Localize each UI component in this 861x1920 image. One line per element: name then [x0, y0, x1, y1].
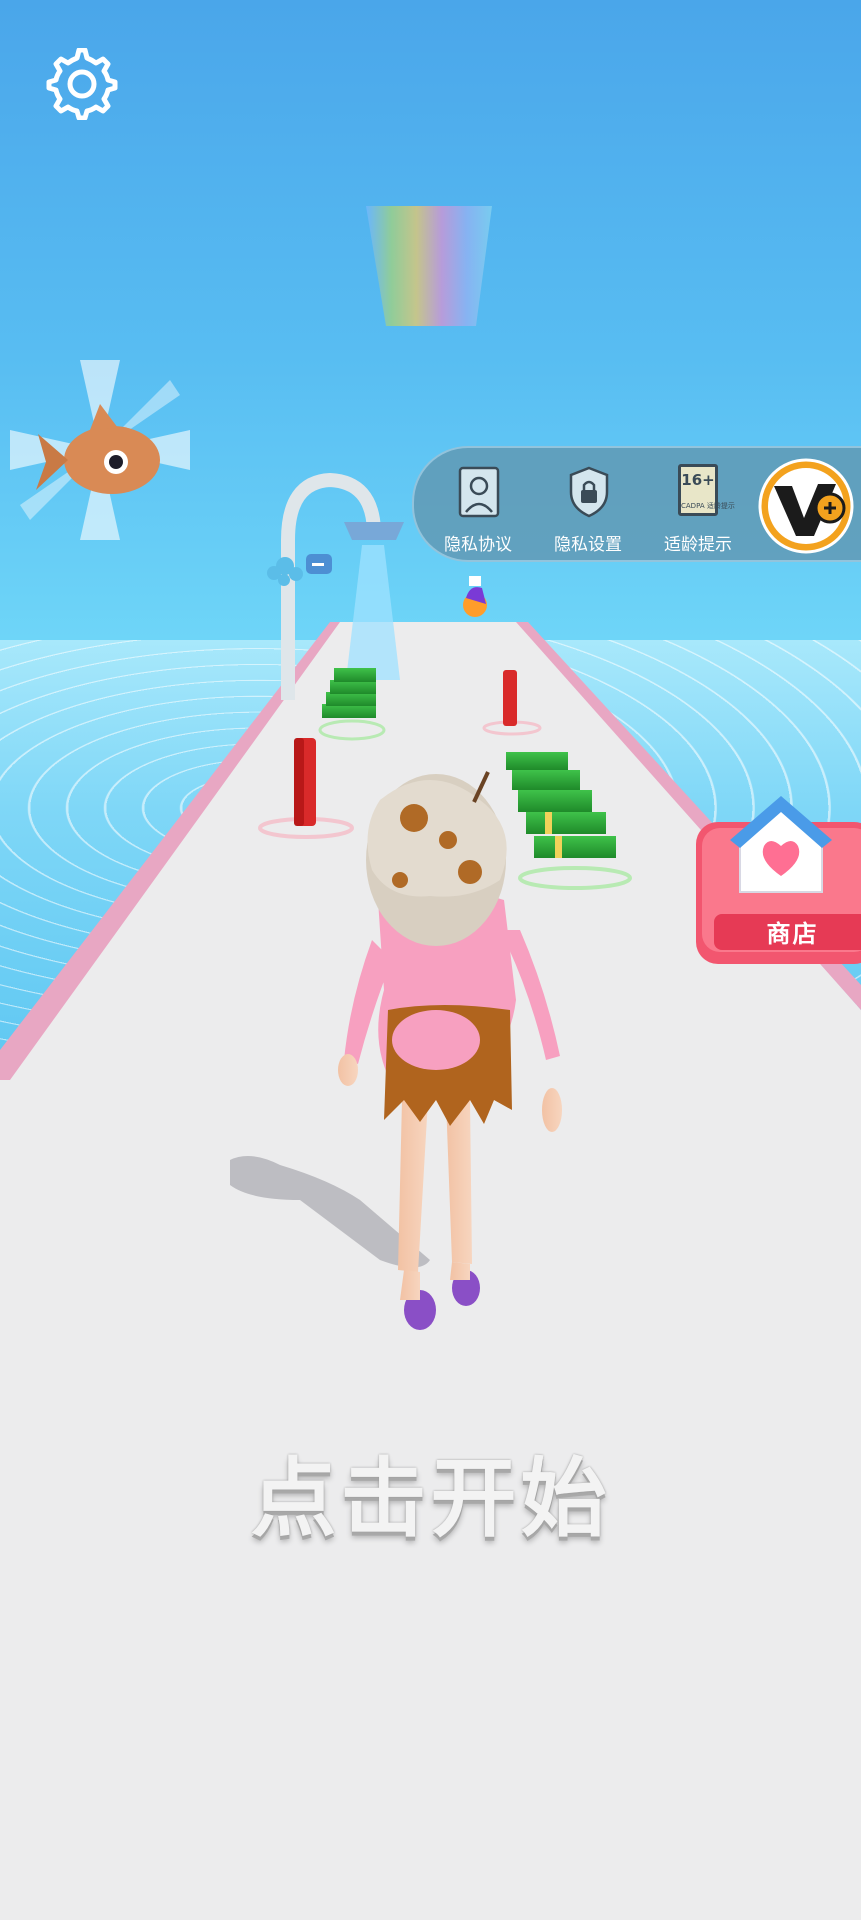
gear-icon	[46, 47, 118, 121]
goldfish-icon	[10, 360, 190, 540]
privacy-settings-button[interactable]: 隐私设置	[538, 458, 638, 555]
privacy-settings-lock-icon	[569, 466, 609, 518]
age-rating-number: 16+	[681, 471, 715, 489]
privacy-agreement-button[interactable]: 隐私协议	[428, 458, 528, 555]
game-scene[interactable]: 隐私协议 隐私设置 16+ CADPA 适龄提示 适龄提示 商店 点击开始	[0, 0, 861, 1920]
house-heart-icon	[730, 796, 832, 893]
shop-label: 商店	[766, 920, 819, 948]
game-logo-button[interactable]	[752, 456, 861, 556]
unicorn-powerup	[463, 576, 487, 617]
game-logo-icon	[758, 458, 854, 554]
settings-button[interactable]	[46, 47, 118, 121]
privacy-agreement-icon	[458, 466, 500, 518]
rainbow-ribbon	[366, 206, 492, 326]
age-rating-icon: 16+ CADPA 适龄提示	[678, 464, 735, 516]
age-rating-caption: CADPA 适龄提示	[681, 502, 735, 510]
shop-button[interactable]: 商店	[692, 796, 861, 968]
menu-label-privacy-settings: 隐私设置	[554, 535, 622, 555]
menu-label-privacy-agreement: 隐私协议	[444, 535, 512, 555]
tap-to-start-prompt[interactable]: 点击开始	[0, 1428, 861, 1553]
age-rating-button[interactable]: 16+ CADPA 适龄提示 适龄提示	[648, 458, 748, 555]
menu-label-age-rating: 适龄提示	[664, 535, 732, 555]
